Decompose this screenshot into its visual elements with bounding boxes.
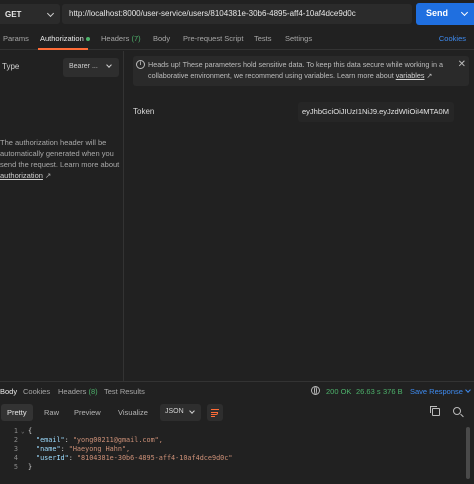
save-response-label: Save Response bbox=[410, 387, 463, 396]
code-text: { bbox=[28, 427, 33, 435]
chevron-down-icon bbox=[189, 408, 195, 414]
code-line: 1 ⌄ { bbox=[0, 427, 474, 436]
tab-headers[interactable]: Headers (7) bbox=[101, 34, 141, 43]
line-number: 2 bbox=[13, 436, 18, 444]
tab-authorization-label: Authorization bbox=[40, 34, 84, 43]
response-time[interactable]: 26.63 s bbox=[356, 387, 381, 396]
cookies-link[interactable]: Cookies bbox=[439, 34, 466, 43]
code-text: "email": "yong00211@gmail.com", bbox=[36, 436, 163, 444]
tab-response-headers-label: Headers bbox=[58, 387, 87, 396]
info-icon: i bbox=[136, 60, 145, 69]
json-value: "yong00211@gmail.com", bbox=[72, 436, 163, 444]
line-number: 5 bbox=[13, 463, 18, 471]
external-link-icon: ↗ bbox=[45, 171, 52, 180]
tab-params[interactable]: Params bbox=[3, 34, 29, 43]
auth-type-value: Bearer ... bbox=[69, 63, 98, 70]
code-line: 2 "email": "yong00211@gmail.com", bbox=[0, 436, 474, 445]
json-key: "email" bbox=[36, 436, 65, 444]
status-code[interactable]: 200 OK bbox=[326, 387, 351, 396]
chevron-down-icon bbox=[465, 387, 471, 393]
auth-description-text: The authorization header will be automat… bbox=[0, 138, 120, 169]
send-button[interactable]: Send bbox=[416, 3, 474, 25]
view-pretty-button[interactable]: Pretty bbox=[1, 404, 33, 421]
json-key: "userId" bbox=[36, 454, 69, 462]
json-value: "8104381e-30b6-4895-aff4-10af4dce9d0c" bbox=[76, 454, 233, 462]
code-line: 4 "userId": "8104381e-30b6-4895-aff4-10a… bbox=[0, 454, 474, 463]
tab-body[interactable]: Body bbox=[153, 34, 170, 43]
chevron-down-icon bbox=[46, 9, 55, 18]
view-raw-button[interactable]: Raw bbox=[38, 404, 65, 421]
response-headers-count: (8) bbox=[88, 387, 98, 396]
auth-type-select[interactable]: Bearer ... bbox=[63, 58, 119, 77]
code-line: 5 } bbox=[0, 463, 474, 472]
tab-response-cookies[interactable]: Cookies bbox=[23, 387, 50, 396]
tab-settings[interactable]: Settings bbox=[285, 34, 312, 43]
code-text: "userId": "8104381e-30b6-4895-aff4-10af4… bbox=[36, 454, 233, 462]
active-dot-icon bbox=[85, 37, 90, 42]
globe-icon[interactable] bbox=[311, 386, 320, 395]
authorization-link-label: authorization bbox=[0, 171, 43, 180]
chevron-down-icon bbox=[106, 62, 112, 68]
wrap-icon-curve bbox=[211, 412, 218, 415]
view-preview-button[interactable]: Preview bbox=[68, 404, 107, 421]
external-link-icon: ↗ bbox=[426, 71, 433, 80]
search-icon[interactable] bbox=[453, 407, 461, 415]
sensitive-data-notice: i Heads up! These parameters hold sensit… bbox=[133, 56, 469, 86]
wrap-lines-button[interactable] bbox=[207, 404, 223, 421]
chevron-down-icon[interactable] bbox=[460, 8, 469, 17]
request-bar: GET http://localhost:8000/user-service/u… bbox=[0, 0, 474, 28]
code-text: } bbox=[28, 463, 33, 471]
tab-pre-request-script[interactable]: Pre-request Script bbox=[183, 34, 243, 43]
token-input[interactable]: eyJhbGciOiJIUzI1NiJ9.eyJzdWIiOiI4MTA0M bbox=[298, 102, 454, 122]
variables-link[interactable]: variables bbox=[396, 71, 425, 80]
save-response-button[interactable]: Save Response bbox=[410, 387, 471, 396]
tab-response-headers[interactable]: Headers (8) bbox=[58, 387, 98, 396]
auth-description: The authorization header will be automat… bbox=[0, 137, 120, 181]
send-label: Send bbox=[426, 8, 449, 18]
tab-headers-label: Headers bbox=[101, 34, 130, 43]
tab-response-body[interactable]: Body bbox=[0, 387, 17, 396]
headers-count: (7) bbox=[131, 34, 141, 43]
auth-type-panel: Type Bearer ... The authorization header… bbox=[0, 51, 124, 381]
response-body-code[interactable]: 1 ⌄ { 2 "email": "yong00211@gmail.com", … bbox=[0, 425, 474, 484]
response-tabs: Body Cookies Headers (8) Test Results 20… bbox=[0, 381, 474, 401]
wrap-icon-tail bbox=[211, 416, 215, 417]
notice-text: Heads up! These parameters hold sensitiv… bbox=[148, 59, 448, 81]
code-line: 3 "name": "Haeyong Hahn", bbox=[0, 445, 474, 454]
wrap-icon bbox=[211, 409, 219, 410]
line-number: 3 bbox=[13, 445, 18, 453]
code-text: "name": "Haeyong Hahn", bbox=[36, 445, 131, 453]
format-value: JSON bbox=[165, 408, 184, 415]
fold-chevron-icon[interactable]: ⌄ bbox=[21, 427, 25, 436]
active-tab-indicator bbox=[38, 48, 88, 50]
method-label: GET bbox=[5, 9, 22, 19]
request-tabs: Params Authorization Headers (7) Body Pr… bbox=[0, 28, 474, 50]
tab-tests[interactable]: Tests bbox=[254, 34, 272, 43]
token-row: Token eyJhbGciOiJIUzI1NiJ9.eyJzdWIiOiI4M… bbox=[124, 100, 474, 126]
response-toolbar: Pretty Raw Preview Visualize JSON bbox=[0, 402, 474, 422]
json-key: "name" bbox=[36, 445, 61, 453]
tab-test-results[interactable]: Test Results bbox=[104, 387, 145, 396]
response-size[interactable]: 376 B bbox=[383, 387, 403, 396]
method-select[interactable]: GET bbox=[0, 4, 60, 24]
format-select[interactable]: JSON bbox=[160, 404, 201, 421]
authorization-link[interactable]: authorization bbox=[0, 171, 43, 180]
vertical-scrollbar[interactable] bbox=[466, 427, 470, 479]
token-label: Token bbox=[133, 107, 155, 116]
json-value: "Haeyong Hahn", bbox=[68, 445, 131, 453]
type-label: Type bbox=[2, 62, 20, 71]
tab-authorization[interactable]: Authorization bbox=[40, 34, 90, 43]
line-number: 4 bbox=[13, 454, 18, 462]
close-icon[interactable]: ✕ bbox=[458, 59, 466, 70]
url-input[interactable]: http://localhost:8000/user-service/users… bbox=[62, 4, 412, 24]
copy-icon[interactable] bbox=[430, 406, 440, 416]
line-number: 1 bbox=[13, 427, 18, 435]
view-visualize-button[interactable]: Visualize bbox=[112, 404, 154, 421]
